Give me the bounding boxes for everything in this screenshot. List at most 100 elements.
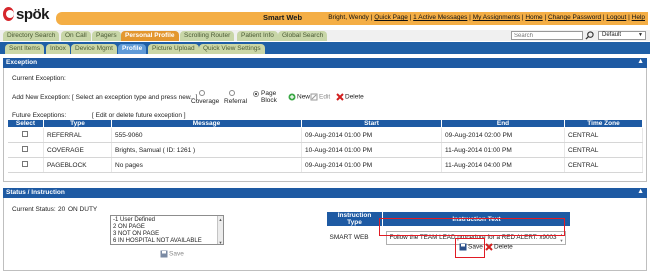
edit-icon — [310, 93, 318, 101]
current-status-value: ON DUTY — [68, 206, 98, 213]
list-item[interactable]: 3 NOT ON PAGE — [113, 231, 221, 238]
exception-section-title: Exception — [6, 59, 38, 66]
row-checkbox[interactable] — [22, 161, 29, 167]
row-type: COVERAGE — [43, 142, 112, 158]
status-save-label: Save — [169, 250, 184, 258]
current-status-code: 20 — [58, 206, 66, 213]
instruction-type-cell: SMART WEB — [329, 234, 369, 242]
col-end: End — [441, 119, 565, 128]
row-end: 11-Aug-2014 01:00 PM — [441, 142, 565, 158]
tab-quick-view-settings[interactable]: Quick View Settings — [199, 44, 265, 54]
new-button-label: New — [297, 93, 311, 101]
row-end: 09-Aug-2014 02:00 PM — [441, 127, 565, 143]
secondary-tab-row: Sent Items Inbox Device Mgmt Profile Pic… — [0, 42, 650, 54]
status-options-list[interactable]: -1 User Defined 2 ON PAGE 3 NOT ON PAGE … — [110, 215, 224, 245]
link-active-messages[interactable]: 1 Active Messages — [413, 14, 467, 21]
radio-coverage[interactable] — [199, 90, 205, 96]
scroll-up-icon[interactable]: ▲ — [218, 216, 223, 222]
tab-pagers[interactable]: Pagers — [92, 31, 121, 41]
col-select: Select — [7, 119, 44, 128]
header-links: Bright, Wendy | Quick Page | 1 Active Me… — [328, 14, 645, 21]
link-my-assignments[interactable]: My Assignments — [473, 14, 520, 21]
edit-button-label: Edit — [319, 93, 331, 101]
col-type: Type — [43, 119, 112, 128]
collapse-icon[interactable]: ▲ — [637, 188, 644, 195]
chevron-down-icon: ▼ — [638, 32, 643, 38]
list-item[interactable]: 6 IN HOSPITAL NOT AVAILABLE — [113, 238, 221, 244]
link-home[interactable]: Home — [525, 14, 542, 21]
row-end: 11-Aug-2014 04:00 PM — [441, 157, 565, 173]
top-bar: spök Smart Web Bright, Wendy | Quick Pag… — [0, 0, 650, 28]
tab-inbox[interactable]: Inbox — [46, 44, 70, 54]
app-title: Smart Web — [263, 13, 303, 22]
future-exceptions-table: Select Type Message Start End Time Zone … — [7, 119, 643, 173]
col-instruction-type: Instruction Type — [326, 211, 383, 227]
future-exceptions-label: Future Exceptions: — [12, 112, 67, 119]
row-type: REFERRAL — [43, 127, 112, 143]
tab-scrolling-router[interactable]: Scrolling Router — [180, 31, 235, 41]
current-status-label: Current Status: — [12, 206, 56, 213]
list-item[interactable]: -1 User Defined — [113, 217, 221, 224]
col-time-zone: Time Zone — [564, 119, 643, 128]
header-banner: Smart Web Bright, Wendy | Quick Page | 1… — [56, 12, 648, 25]
link-quick-page[interactable]: Quick Page — [374, 14, 408, 21]
tab-on-call[interactable]: On Call — [61, 31, 91, 41]
row-time-zone: CENTRAL — [564, 142, 643, 158]
instruction-delete-button[interactable]: Delete — [485, 243, 513, 251]
list-scrollbar[interactable]: ▲ ▼ — [217, 216, 223, 244]
tab-directory-search[interactable]: Directory Search — [3, 31, 60, 41]
scroll-down-icon[interactable]: ▼ — [218, 239, 223, 244]
row-checkbox[interactable] — [22, 131, 29, 137]
spok-logo[interactable]: spök — [3, 3, 50, 25]
row-checkbox[interactable] — [22, 146, 29, 152]
tab-picture-upload[interactable]: Picture Upload — [148, 44, 199, 54]
row-start: 09-Aug-2014 01:00 PM — [301, 157, 442, 173]
status-section-header[interactable]: Status / Instruction ▲ — [3, 188, 647, 198]
tab-device-mgmt[interactable]: Device Mgmt — [71, 44, 117, 54]
add-icon — [288, 93, 296, 101]
table-row[interactable]: COVERAGE Brights, Samual ( ID: 1261 ) 10… — [7, 142, 643, 158]
radio-coverage-label: Coverage — [191, 98, 220, 105]
search-input[interactable] — [511, 31, 583, 40]
row-time-zone: CENTRAL — [564, 157, 643, 173]
link-logout[interactable]: Logout — [606, 14, 626, 21]
edit-button[interactable]: Edit — [310, 93, 330, 101]
row-message: No pages — [111, 157, 302, 173]
logo-text: spök — [15, 5, 50, 23]
row-time-zone: CENTRAL — [564, 127, 643, 143]
list-item[interactable]: 2 ON PAGE — [113, 224, 221, 231]
link-help[interactable]: Help — [632, 14, 645, 21]
link-change-password[interactable]: Change Password — [548, 14, 601, 21]
new-button[interactable]: New — [288, 93, 310, 101]
status-section-title: Status / Instruction — [6, 189, 65, 196]
exception-section-header[interactable]: Exception ▲ — [3, 58, 647, 68]
instruction-delete-label: Delete — [494, 243, 513, 251]
delete-icon — [336, 93, 344, 101]
add-exception-label: Add New Exception: — [12, 94, 71, 101]
radio-page-block[interactable] — [253, 91, 259, 97]
tab-profile[interactable]: Profile — [118, 44, 147, 54]
logo-mark-icon — [3, 7, 14, 21]
row-start: 10-Aug-2014 01:00 PM — [301, 142, 442, 158]
table-row[interactable]: PAGEBLOCK No pages 09-Aug-2014 01:00 PM … — [7, 157, 643, 173]
radio-page-block-label: Page Block — [261, 90, 277, 104]
table-row[interactable]: REFERRAL 555-9060 09-Aug-2014 01:00 PM 0… — [7, 127, 643, 143]
delete-icon — [485, 243, 493, 251]
tab-sent-items[interactable]: Sent Items — [5, 44, 45, 54]
highlight-save-button — [455, 238, 485, 258]
table-header-row: Select Type Message Start End Time Zone — [7, 119, 643, 128]
tab-global-search[interactable]: Global Search — [278, 31, 328, 41]
add-exception-hint: [ Select an exception type and press new… — [72, 94, 198, 101]
highlight-instruction-field — [379, 218, 565, 236]
search-scope-select[interactable]: Default ▼ — [598, 31, 646, 40]
tab-patient-info[interactable]: Patient Info — [237, 31, 278, 41]
col-start: Start — [301, 119, 442, 128]
status-save-button[interactable]: Save — [160, 250, 184, 258]
collapse-icon[interactable]: ▲ — [637, 58, 644, 65]
radio-referral[interactable] — [229, 90, 235, 96]
search-icon[interactable] — [585, 31, 594, 40]
col-message: Message — [111, 119, 302, 128]
row-type: PAGEBLOCK — [43, 157, 112, 173]
delete-button[interactable]: Delete — [336, 93, 364, 101]
tab-personal-profile[interactable]: Personal Profile — [121, 31, 179, 41]
